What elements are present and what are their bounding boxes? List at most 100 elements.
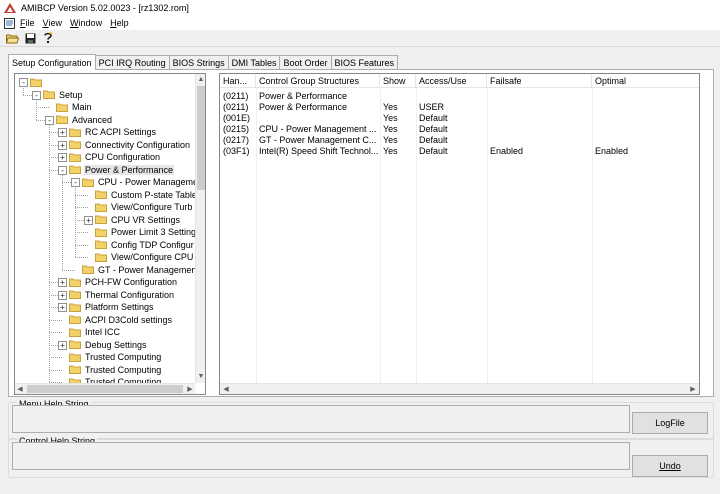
tree-node[interactable]: CPU VR Settings <box>95 214 181 226</box>
setup-tree[interactable]: - Setup - Main Advanced - RC ACPI Settings + Con… <box>14 73 206 395</box>
menu-file[interactable]: File <box>16 16 39 30</box>
folder-icon <box>69 290 81 299</box>
collapse-icon[interactable]: - <box>45 115 54 125</box>
tree-node[interactable]: RC ACPI Settings <box>69 126 157 138</box>
toolbar <box>0 30 720 47</box>
menu-help-string <box>12 405 630 433</box>
tree-node-label: Power & Performance <box>84 164 175 175</box>
table-row[interactable]: (0215) CPU - Power Management ... Yes Defau… <box>220 123 699 134</box>
expand-icon[interactable]: + <box>58 140 67 150</box>
expand-icon[interactable]: + <box>58 303 67 312</box>
tree-horizontal-scrollbar[interactable]: ◀ ▶ <box>15 383 195 394</box>
menu-window-rest: indow <box>78 18 103 28</box>
tree-vertical-scroll-thumb[interactable] <box>197 86 205 190</box>
tree-node[interactable]: ACPI D3Cold settings <box>69 314 173 326</box>
column-header[interactable]: Optimal <box>592 74 699 88</box>
tree-node[interactable]: Connectivity Configuration <box>69 139 191 151</box>
collapse-icon[interactable]: - <box>71 178 80 187</box>
tree-node-label: Thermal Configuration <box>85 289 175 300</box>
tree-node[interactable]: Power Limit 3 Settings <box>95 226 195 238</box>
table-cell <box>487 101 592 112</box>
tree-node[interactable]: Intel ICC <box>69 326 121 338</box>
expand-icon[interactable]: + <box>58 153 67 162</box>
expand-icon[interactable]: + <box>84 215 93 225</box>
table-row[interactable]: (0217) GT - Power Management C... Yes Defau… <box>220 134 699 145</box>
tree-node[interactable]: Setup <box>43 89 84 101</box>
column-header[interactable]: Show <box>380 74 416 88</box>
table-cell: (03F1) <box>223 145 250 156</box>
document-menu-icon[interactable] <box>4 17 16 29</box>
tree-node-label: PCH-FW Configuration <box>85 277 178 287</box>
tree-node[interactable]: GT - Power Management <box>82 264 195 276</box>
tree-node[interactable]: Debug Settings <box>69 339 148 351</box>
scroll-left-icon[interactable]: ◀ <box>15 385 25 394</box>
scroll-right-icon[interactable]: ▶ <box>185 385 195 394</box>
table-cell: Default <box>419 123 448 134</box>
help-button[interactable] <box>40 31 56 46</box>
save-button[interactable] <box>22 31 38 46</box>
menu-help[interactable]: Help <box>106 16 133 30</box>
grid-scroll-right-icon[interactable]: ▶ <box>688 385 698 394</box>
tab-bios-features[interactable]: BIOS Features <box>330 55 399 69</box>
tree-node[interactable]: CPU - Power Manageme <box>82 176 195 188</box>
table-cell <box>380 90 416 101</box>
control-grid: Han... Control Group Structures Show Access… <box>219 73 700 395</box>
tree-horizontal-scroll-thumb[interactable] <box>27 385 183 393</box>
expand-icon[interactable]: + <box>58 128 67 137</box>
grid-horizontal-scrollbar[interactable]: ◀ ▶ <box>220 383 699 394</box>
tree-node[interactable]: Trusted Computing <box>69 351 162 363</box>
table-row[interactable]: (0211) Power & Performance <box>220 90 699 101</box>
tree-node-label: CPU VR Settings <box>111 214 181 225</box>
tree-node[interactable]: Config TDP Configur <box>95 239 195 251</box>
expand-icon[interactable]: + <box>58 340 67 350</box>
table-row[interactable]: (03F1) Intel(R) Speed Shift Technol... Yes… <box>220 145 699 156</box>
tree-node[interactable]: CPU Configuration <box>69 151 161 163</box>
column-header[interactable]: Failsafe <box>487 74 592 88</box>
collapse-icon[interactable]: - <box>32 90 41 100</box>
tree-vertical-scrollbar[interactable]: ▲ ▼ <box>195 74 205 383</box>
collapse-icon[interactable]: - <box>19 78 28 87</box>
scroll-up-icon[interactable]: ▲ <box>196 75 205 84</box>
tree-node[interactable]: View/Configure Turb <box>95 201 193 213</box>
expand-icon[interactable]: + <box>58 290 67 300</box>
tab-bios-strings[interactable]: BIOS Strings <box>168 55 229 69</box>
tree-node[interactable]: Trusted Computing <box>69 364 162 376</box>
column-header[interactable]: Access/Use <box>416 74 487 88</box>
tree-node[interactable]: Thermal Configuration <box>69 289 175 301</box>
menu-window[interactable]: Window <box>66 16 106 30</box>
tree-node[interactable]: Custom P-state Table <box>95 189 195 201</box>
menu-view[interactable]: View <box>39 16 67 30</box>
menu-help-rest: elp <box>116 18 129 28</box>
tab-setup-configuration[interactable]: Setup Configuration <box>8 54 96 70</box>
column-header[interactable]: Control Group Structures <box>256 74 380 88</box>
tree-connector <box>75 244 88 246</box>
table-row[interactable]: (001E) Yes Default <box>220 112 699 123</box>
open-folder-button[interactable] <box>4 31 20 46</box>
tree-node-label: Custom P-state Table <box>111 189 195 200</box>
tab-boot-order[interactable]: Boot Order <box>279 55 332 69</box>
folder-icon <box>95 240 107 249</box>
undo-button[interactable]: Undo <box>632 455 708 477</box>
folder-icon <box>95 203 107 212</box>
tree-node[interactable]: Trusted Computing <box>69 376 162 383</box>
folder-icon <box>82 265 94 274</box>
table-cell: Yes <box>383 101 398 112</box>
tab-pci-irq-routing[interactable]: PCI IRQ Routing <box>94 55 170 69</box>
collapse-icon[interactable]: - <box>58 165 67 175</box>
tree-node[interactable]: Platform Settings <box>69 301 155 313</box>
column-header[interactable]: Han... <box>220 74 256 88</box>
tree-node[interactable]: Main <box>56 101 93 113</box>
table-cell: Yes <box>383 123 398 134</box>
table-row[interactable]: (0211) Power & Performance Yes USER <box>220 101 699 112</box>
scroll-down-icon[interactable]: ▼ <box>196 372 205 381</box>
grid-scroll-left-icon[interactable]: ◀ <box>221 385 231 394</box>
tree-node[interactable]: Power & Performance <box>69 164 175 176</box>
tree-node[interactable]: PCH-FW Configuration <box>69 276 178 288</box>
tab-dmi-tables[interactable]: DMI Tables <box>227 55 281 69</box>
expand-icon[interactable]: + <box>58 278 67 287</box>
tree-node[interactable]: View/Configure CPU <box>95 251 194 263</box>
tree-node[interactable] <box>30 76 47 88</box>
tree-node[interactable]: Advanced <box>56 114 113 126</box>
table-cell: CPU - Power Management ... <box>259 123 377 134</box>
logfile-button[interactable]: LogFile <box>632 412 708 434</box>
